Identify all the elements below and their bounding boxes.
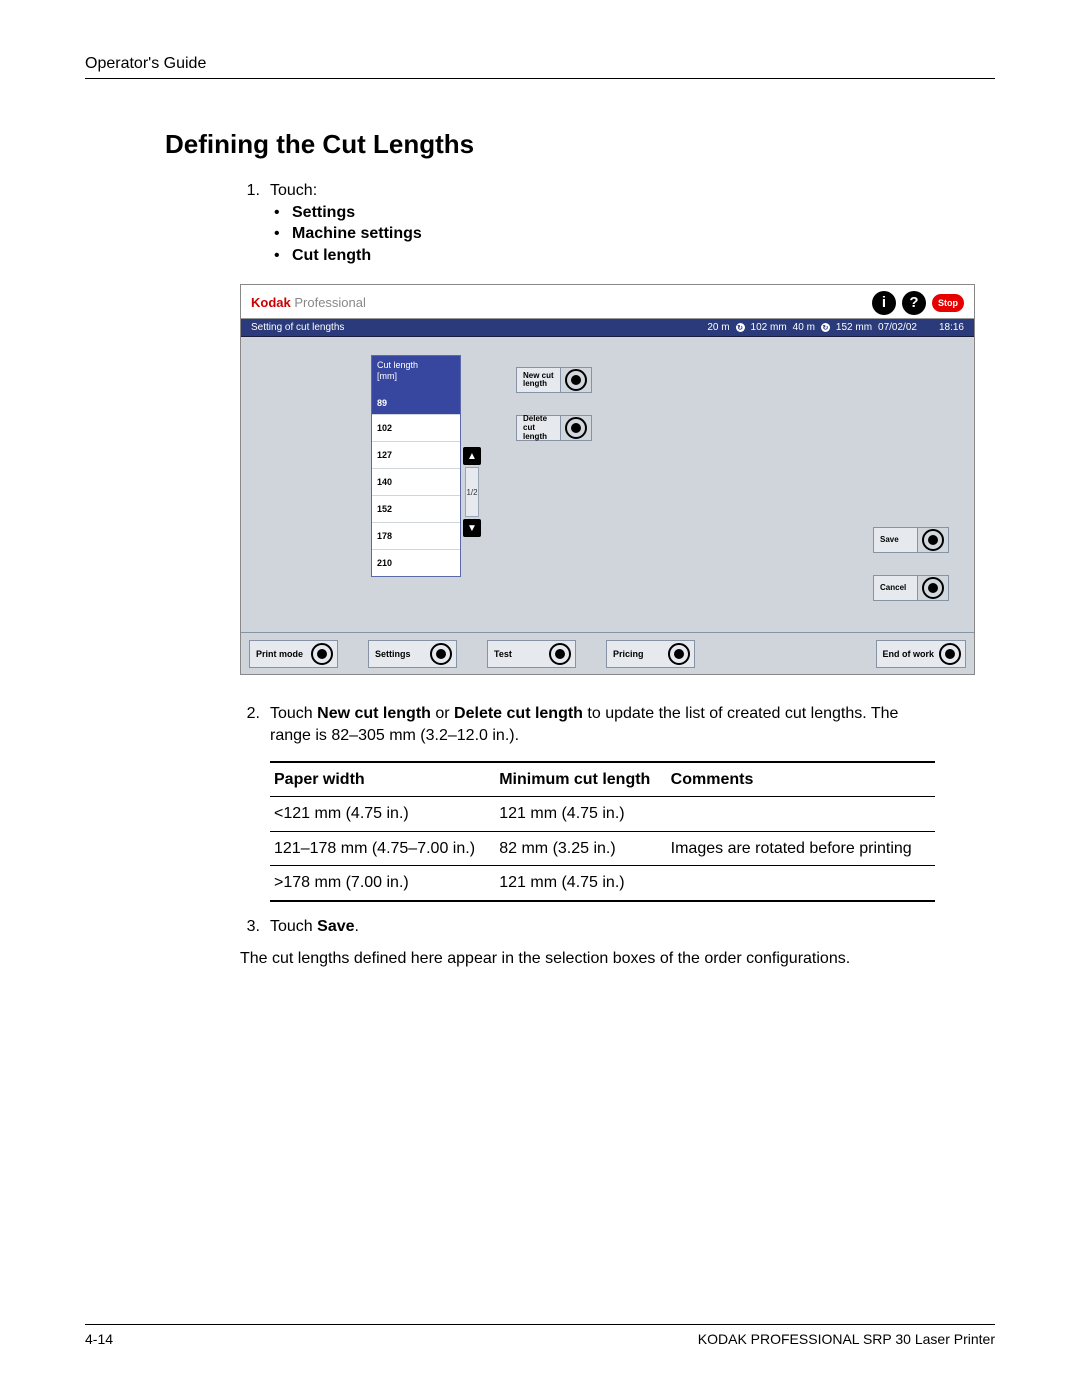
status-bar: 20 m ↻ 102 mm 40 m ↻ 152 mm 07/02/02 18:… [707,322,964,333]
save-button[interactable]: Save [873,527,949,553]
table-cell: 121–178 mm (4.75–7.00 in.) [270,831,495,866]
step1-lead: Touch: [270,180,935,202]
button-circle-icon [922,529,944,551]
save-label: Save [874,528,918,552]
step1-bullet-1: Machine settings [292,223,422,245]
footer-product: KODAK PROFESSIONAL SRP 30 Laser Printer [698,1331,995,1347]
page-number: 4-14 [85,1331,113,1347]
th-comments: Comments [667,762,935,797]
cancel-label: Cancel [874,576,918,600]
button-circle-icon [922,577,944,599]
button-circle-icon [311,643,333,665]
table-cell: Images are rotated before printing [667,831,935,866]
list-selected[interactable]: 89 [372,392,460,414]
stop-button[interactable]: Stop [932,294,964,312]
list-header-2: [mm] [377,371,455,382]
brand-red: Kodak [251,295,291,310]
nav-pricing[interactable]: Pricing [606,640,695,668]
table-cell: >178 mm (7.00 in.) [270,866,495,901]
scroll-down-icon[interactable]: ▼ [463,519,481,537]
th-min-cut: Minimum cut length [495,762,666,797]
list-header-1: Cut length [377,360,455,371]
cut-length-table: Paper width Minimum cut length Comments … [270,761,935,902]
nav-test[interactable]: Test [487,640,576,668]
list-row[interactable]: 178 [372,522,460,549]
page-footer: 4-14 KODAK PROFESSIONAL SRP 30 Laser Pri… [85,1324,995,1347]
status-a2: 102 mm [751,322,787,333]
button-circle-icon [430,643,452,665]
brand: Kodak Professional [251,295,366,310]
button-circle-icon [939,643,961,665]
table-cell [667,866,935,901]
step3-text: Touch Save. [270,916,935,938]
step2-text: Touch New cut length or Delete cut lengt… [270,703,935,902]
status-b: 40 m [793,322,815,333]
help-icon[interactable]: ? [902,291,926,315]
status-dot-icon: ↻ [821,323,830,332]
bullet-icon: • [270,245,292,267]
closing-text: The cut lengths defined here appear in t… [240,948,935,970]
brand-grey: Professional [291,295,366,310]
status-date: 07/02/02 [878,322,917,333]
th-paper-width: Paper width [270,762,495,797]
button-circle-icon [565,369,587,391]
info-icon[interactable]: i [872,291,896,315]
nav-print-mode[interactable]: Print mode [249,640,338,668]
step1-bullet-2: Cut length [292,245,371,267]
table-cell: <121 mm (4.75 in.) [270,797,495,832]
delete-cut-length-button[interactable]: Delete cut length [516,415,592,441]
nav-end-of-work[interactable]: End of work [876,640,967,668]
list-row[interactable]: 210 [372,549,460,576]
step2-number: 2. [240,703,270,902]
status-a: 20 m [707,322,729,333]
section-title: Defining the Cut Lengths [165,129,995,160]
table-cell: 121 mm (4.75 in.) [495,797,666,832]
page-indicator: 1/2 [465,467,479,517]
new-cut-length-label: New cut length [517,368,561,392]
new-cut-length-button[interactable]: New cut length [516,367,592,393]
status-dot-icon: ↻ [736,323,745,332]
list-row[interactable]: 127 [372,441,460,468]
list-row[interactable]: 140 [372,468,460,495]
list-row[interactable]: 102 [372,414,460,441]
cancel-button[interactable]: Cancel [873,575,949,601]
titlebar-title: Setting of cut lengths [251,322,344,333]
bullet-icon: • [270,223,292,245]
step3-number: 3. [240,916,270,938]
status-time: 18:16 [939,322,964,333]
button-circle-icon [549,643,571,665]
bottom-nav: Print mode Settings Test Pricing End of … [241,632,974,674]
embedded-screenshot: Kodak Professional i ? Stop Setting of c… [240,284,975,675]
delete-cut-length-label: Delete cut length [517,416,561,440]
status-b2: 152 mm [836,322,872,333]
table-cell: 82 mm (3.25 in.) [495,831,666,866]
bullet-icon: • [270,202,292,224]
nav-settings[interactable]: Settings [368,640,457,668]
table-cell [667,797,935,832]
button-circle-icon [668,643,690,665]
table-cell: 121 mm (4.75 in.) [495,866,666,901]
list-row[interactable]: 152 [372,495,460,522]
page-header: Operator's Guide [85,55,995,79]
step1-bullet-0: Settings [292,202,355,224]
header-title: Operator's Guide [85,55,206,72]
step1-number: 1. [240,180,270,266]
scroll-up-icon[interactable]: ▲ [463,447,481,465]
button-circle-icon [565,417,587,439]
cut-length-list[interactable]: Cut length [mm] 89 102 127 140 152 178 2… [371,355,461,577]
